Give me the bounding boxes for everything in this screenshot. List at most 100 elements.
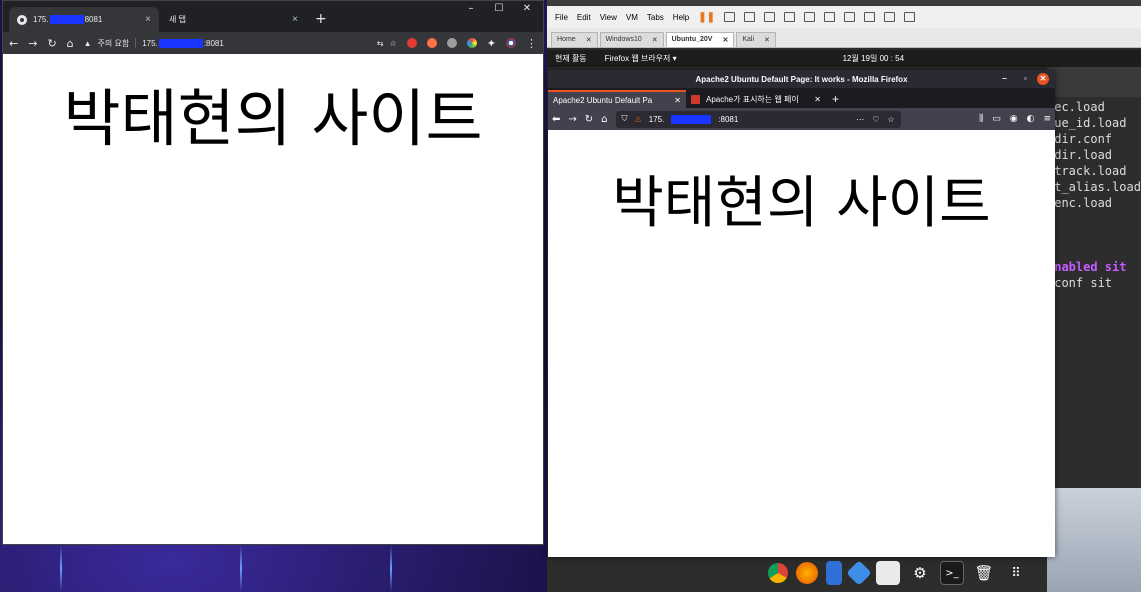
menu-file[interactable]: File [555, 13, 568, 22]
console-icon[interactable] [884, 12, 896, 22]
security-label[interactable]: 주의 요함 [98, 38, 130, 49]
close-tab-icon[interactable]: × [292, 14, 298, 25]
menu-kebab-icon[interactable]: ⋮ [526, 37, 537, 50]
ubuntu-wallpaper [1047, 488, 1141, 592]
back-button[interactable]: ← [9, 37, 18, 50]
wallpaper-light-beam [60, 545, 62, 592]
terminal-line: st_alias.load [1047, 180, 1141, 194]
reload-button[interactable]: ↻ [47, 37, 56, 50]
activities-button[interactable]: 현재 활동 [555, 53, 587, 64]
menu-tabs[interactable]: Tabs [647, 13, 664, 22]
close-icon[interactable]: ✕ [722, 36, 728, 44]
unity-icon[interactable] [864, 12, 876, 22]
stretch-icon[interactable] [904, 12, 916, 22]
url-suffix: :8081 [203, 38, 224, 48]
close-tab-icon[interactable]: ✕ [674, 96, 681, 105]
vscode-icon[interactable] [846, 560, 872, 586]
chrome-icon[interactable] [768, 563, 788, 583]
fullscreen-icon[interactable] [844, 12, 856, 22]
vm-tab-ubuntu[interactable]: Ubuntu_20V ✕ [665, 32, 735, 47]
hamburger-menu-icon[interactable]: ≡ [1043, 114, 1051, 124]
software-icon[interactable] [876, 561, 900, 585]
settings-gear-icon[interactable]: ⚙ [908, 561, 932, 585]
minimize-button[interactable]: – [457, 3, 485, 14]
url-prefix: 175. [142, 38, 158, 48]
maximize-button[interactable]: ☐ [485, 3, 513, 14]
home-button[interactable]: ⌂ [601, 114, 607, 125]
extension-icon[interactable] [446, 38, 457, 48]
vm-tab-kali[interactable]: Kali ✕ [736, 32, 776, 47]
color-picker-extension-icon[interactable] [466, 38, 477, 48]
close-window-button[interactable]: ✕ [1037, 73, 1049, 85]
close-icon[interactable]: ✕ [764, 36, 770, 44]
vm-tab-windows10[interactable]: Windows10 ✕ [599, 32, 664, 47]
forward-button[interactable]: → [28, 37, 37, 50]
address-bar[interactable]: ▲ 주의 요함 175. :8081 ⇆ ☆ [84, 34, 397, 52]
menu-vm[interactable]: VM [626, 13, 638, 22]
revert-snapshot-icon[interactable] [764, 12, 776, 22]
terminal-icon[interactable]: >_ [940, 561, 964, 585]
menu-help[interactable]: Help [673, 13, 689, 22]
clock[interactable]: 12월 19일 00 : 54 [843, 53, 904, 64]
pocket-icon[interactable]: ♡ [872, 115, 879, 124]
app-menu[interactable]: Firefox 웹 브라우저 ▾ [605, 53, 677, 64]
globe-icon [17, 14, 27, 25]
translate-icon[interactable]: ⇆ [377, 39, 384, 48]
menu-edit[interactable]: Edit [577, 13, 591, 22]
back-button[interactable]: ⬅ [552, 114, 560, 125]
page-heading: 박태현의 사이트 [612, 171, 991, 236]
home-button[interactable]: ⌂ [67, 37, 74, 50]
chrome-tab-active[interactable]: 175. 8081 × [9, 7, 159, 32]
new-tab-button[interactable]: + [315, 11, 327, 27]
vm-tab-label: Ubuntu_20V [671, 36, 713, 43]
app-grid-icon[interactable]: ⠿ [1004, 561, 1028, 585]
firefox-tab-active[interactable]: Apache2 Ubuntu Default Pa ✕ [548, 90, 686, 108]
account-icon[interactable]: ◉ [1010, 114, 1018, 124]
vm-tab-home[interactable]: Home ✕ [551, 32, 598, 47]
insecure-lock-icon[interactable]: ⚠ [635, 115, 642, 124]
tab-label-suffix: 8081 [84, 15, 103, 24]
redaction-block [49, 15, 84, 24]
close-tab-icon[interactable]: × [145, 14, 151, 25]
page-content: 박태현의 사이트 [548, 150, 1055, 557]
extension-icon[interactable] [426, 38, 437, 48]
shield-icon[interactable]: ⛉ [622, 114, 628, 124]
pause-icon[interactable]: ❚❚ [698, 12, 715, 23]
close-tab-icon[interactable]: ✕ [814, 95, 821, 104]
address-bar[interactable]: ⛉ ⚠ 175.:8081 ⋯ ♡ ☆ [615, 110, 901, 128]
thumbnail-icon[interactable] [824, 12, 836, 22]
trash-icon[interactable]: 🗑 [972, 561, 996, 585]
maximize-button[interactable]: ▫ [1024, 73, 1027, 83]
sidebar-icon[interactable]: ▭ [992, 114, 1001, 124]
firefox-icon[interactable] [796, 562, 818, 584]
close-window-button[interactable]: ✕ [513, 3, 541, 14]
chrome-tab-new[interactable]: 새 탭 × [161, 7, 306, 32]
star-icon[interactable]: ☆ [390, 39, 397, 48]
sidebar-icon[interactable] [804, 12, 816, 22]
send-ctrl-alt-del-icon[interactable] [724, 12, 736, 22]
page-actions-icon[interactable]: ⋯ [856, 115, 864, 124]
terminal-line: enabled sit [1047, 260, 1127, 274]
files-icon[interactable] [826, 561, 842, 585]
extension-icon[interactable]: ◐ [1027, 114, 1035, 124]
bookmark-star-icon[interactable]: ☆ [887, 115, 894, 124]
firefox-tab[interactable]: Apache가 표시하는 웹 페이 ✕ [686, 90, 826, 108]
terminal-line: que_id.load [1047, 116, 1127, 130]
library-icon[interactable]: ⫼ [979, 114, 983, 124]
reload-button[interactable]: ↻ [585, 114, 593, 125]
close-icon[interactable]: ✕ [652, 36, 658, 44]
snapshot-icon[interactable] [744, 12, 756, 22]
gnome-top-bar: 현재 활동 Firefox 웹 브라우저 ▾ 12월 19일 00 : 54 [547, 50, 1141, 67]
minimize-button[interactable]: – [1002, 73, 1007, 83]
profile-avatar[interactable] [506, 38, 516, 48]
puzzle-icon[interactable]: ✦ [487, 37, 496, 50]
new-tab-button[interactable]: + [826, 92, 845, 108]
forward-button[interactable]: → [568, 114, 576, 125]
close-icon[interactable]: ✕ [586, 36, 592, 44]
firefox-title-bar: Apache2 Ubuntu Default Page: It works - … [548, 70, 1055, 88]
manage-snapshots-icon[interactable] [784, 12, 796, 22]
menu-view[interactable]: View [600, 13, 617, 22]
adblock-extension-icon[interactable] [406, 38, 417, 48]
